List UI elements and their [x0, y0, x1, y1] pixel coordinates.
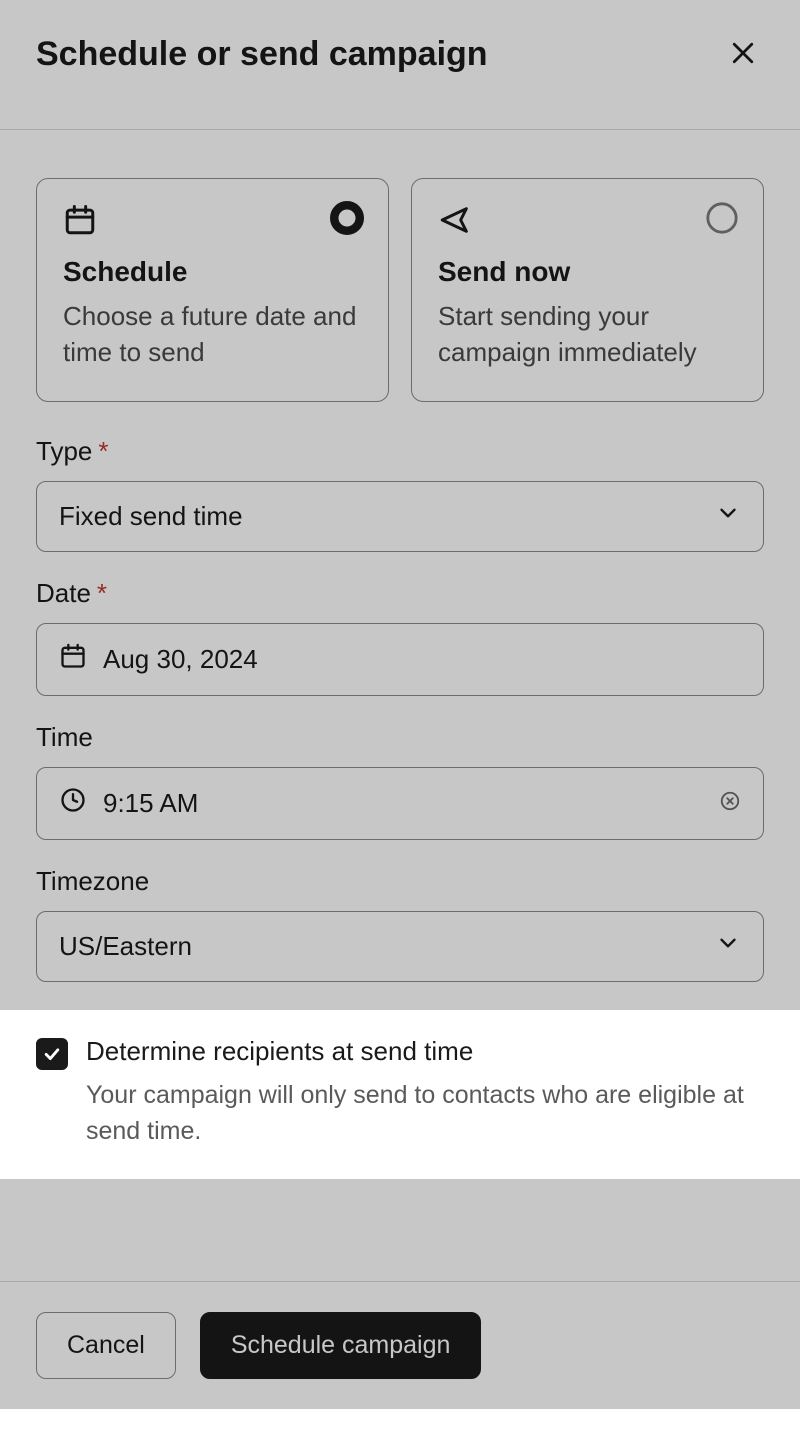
close-button[interactable] [722, 32, 764, 77]
clear-icon[interactable] [719, 788, 741, 819]
option-schedule[interactable]: Schedule Choose a future date and time t… [36, 178, 389, 402]
option-send-now-title: Send now [438, 256, 737, 288]
dialog-header: Schedule or send campaign [0, 0, 800, 130]
date-label: Date* [36, 578, 764, 609]
time-value: 9:15 AM [103, 788, 198, 819]
radio-unselected-icon [705, 201, 739, 240]
dialog-footer: Cancel Schedule campaign [0, 1281, 800, 1409]
option-send-now[interactable]: Send now Start sending your campaign imm… [411, 178, 764, 402]
timezone-select[interactable]: US/Eastern [36, 911, 764, 982]
chevron-down-icon [715, 500, 741, 533]
time-input[interactable]: 9:15 AM [36, 767, 764, 840]
type-label: Type* [36, 436, 764, 467]
calendar-icon [63, 203, 362, 242]
option-send-now-desc: Start sending your campaign immediately [438, 298, 737, 371]
option-schedule-title: Schedule [63, 256, 362, 288]
date-input[interactable]: Aug 30, 2024 [36, 623, 764, 696]
dialog-title: Schedule or send campaign [36, 35, 488, 74]
checkmark-icon [42, 1044, 62, 1064]
close-icon [728, 38, 758, 68]
cancel-button[interactable]: Cancel [36, 1312, 176, 1379]
clock-icon [59, 786, 87, 821]
chevron-down-icon [715, 930, 741, 963]
calendar-icon [59, 642, 87, 677]
radio-selected-icon [330, 201, 364, 240]
checkbox-desc: Your campaign will only send to contacts… [86, 1077, 764, 1150]
type-select[interactable]: Fixed send time [36, 481, 764, 552]
determine-recipients-checkbox[interactable] [36, 1038, 68, 1070]
type-value: Fixed send time [59, 501, 243, 532]
schedule-campaign-button[interactable]: Schedule campaign [200, 1312, 482, 1379]
determine-recipients-row: Determine recipients at send time Your c… [0, 1010, 800, 1180]
form-area: Schedule Choose a future date and time t… [0, 130, 800, 1010]
time-label: Time [36, 722, 764, 753]
timezone-value: US/Eastern [59, 931, 192, 962]
option-schedule-desc: Choose a future date and time to send [63, 298, 362, 371]
timezone-label: Timezone [36, 866, 764, 897]
checkbox-label: Determine recipients at send time [86, 1036, 764, 1067]
date-value: Aug 30, 2024 [103, 644, 258, 675]
send-icon [438, 203, 737, 242]
